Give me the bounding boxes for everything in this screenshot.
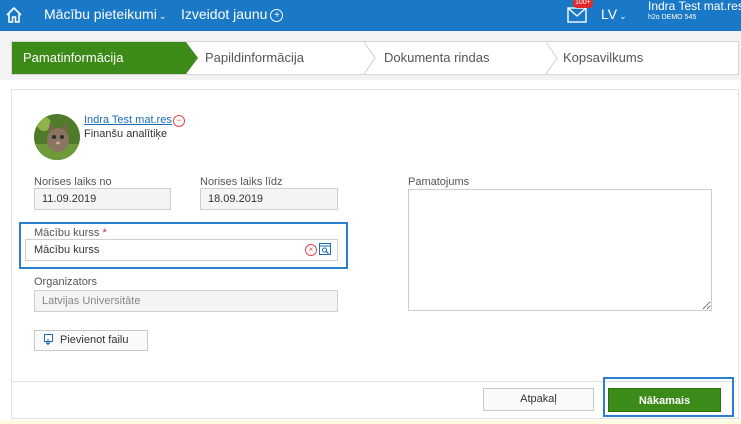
course-value: Mācību kurss: [34, 244, 100, 256]
date-from-field[interactable]: 11.09.2019: [34, 188, 171, 210]
step-label: Kopsavilkums: [563, 50, 644, 65]
plus-icon: +: [270, 9, 284, 22]
lookup-search-icon[interactable]: [319, 243, 331, 255]
nav-create-new-label: Izveidot jaunu: [181, 6, 268, 22]
user-tenant: h2o DEMO 545: [648, 14, 697, 21]
employee-name-link[interactable]: Indra Test mat.res: [84, 114, 172, 126]
step-label: Dokumenta rindas: [384, 50, 490, 65]
step-label: Papildinformācija: [205, 50, 304, 65]
attach-file-label: Pievienot failu: [60, 334, 129, 346]
date-to-label: Norises laiks līdz: [200, 176, 283, 188]
chevron-down-icon: ⌄: [158, 11, 167, 21]
justification-label: Pamatojums: [408, 176, 470, 188]
organizer-label: Organizators: [34, 276, 97, 288]
date-from-label: Norises laiks no: [34, 176, 112, 188]
employee-role: Finanšu analītiķe: [84, 128, 168, 140]
chevron-down-icon: ⌄: [619, 11, 627, 21]
step-separator: [186, 42, 198, 74]
user-menu[interactable]: Indra Test mat.res h2o DEMO 545: [648, 0, 741, 23]
nav-create-new[interactable]: Izveidot jaunu +: [181, 6, 284, 22]
attach-file-button[interactable]: Pievienot failu: [34, 330, 148, 351]
bottom-strip: [0, 420, 741, 424]
avatar: [34, 114, 80, 160]
attachment-icon: [44, 334, 53, 346]
step-summary[interactable]: Kopsavilkums: [563, 42, 643, 74]
step-separator: [364, 42, 376, 74]
step-additional-info[interactable]: Papildinformācija: [205, 42, 304, 74]
mail-icon[interactable]: [567, 7, 587, 23]
date-from-value: 11.09.2019: [42, 193, 97, 205]
clear-icon[interactable]: ×: [305, 244, 317, 256]
back-button[interactable]: Atpakaļ: [483, 388, 594, 411]
step-separator: [546, 42, 558, 74]
justification-field[interactable]: [408, 189, 712, 311]
organizer-value: Latvijas Universitāte: [42, 295, 141, 307]
course-label-text: Mācību kurss: [34, 227, 100, 239]
language-selector[interactable]: LV ⌄: [601, 6, 627, 22]
top-bar: Mācību pieteikumi ⌄ Izveidot jaunu + 100+ …: [0, 0, 741, 31]
course-input[interactable]: Mācību kurss: [25, 239, 338, 261]
nav-training-requests[interactable]: Mācību pieteikumi ⌄: [44, 6, 166, 22]
home-icon[interactable]: [4, 5, 24, 25]
next-label: Nākamais: [638, 395, 691, 407]
organizer-field: Latvijas Universitāte: [34, 290, 338, 312]
next-button[interactable]: Nākamais: [608, 388, 721, 412]
date-to-value: 18.09.2019: [208, 193, 264, 205]
required-marker: *: [102, 227, 107, 239]
step-label: Pamatinformācija: [23, 50, 124, 65]
remove-employee-icon[interactable]: −: [173, 115, 185, 127]
wizard-steps: Pamatinformācija Papildinformācija Dokum…: [11, 41, 739, 75]
user-name: Indra Test mat.res: [648, 0, 741, 13]
step-document-lines[interactable]: Dokumenta rindas: [384, 42, 490, 74]
language-label: LV: [601, 6, 618, 22]
step-basic-info[interactable]: Pamatinformācija: [12, 42, 186, 74]
nav-training-requests-label: Mācību pieteikumi: [44, 6, 157, 22]
mail-badge: 100+: [573, 0, 593, 8]
back-label: Atpakaļ: [520, 393, 557, 405]
date-to-field[interactable]: 18.09.2019: [200, 188, 338, 210]
course-label: Mācību kurss *: [34, 227, 107, 239]
